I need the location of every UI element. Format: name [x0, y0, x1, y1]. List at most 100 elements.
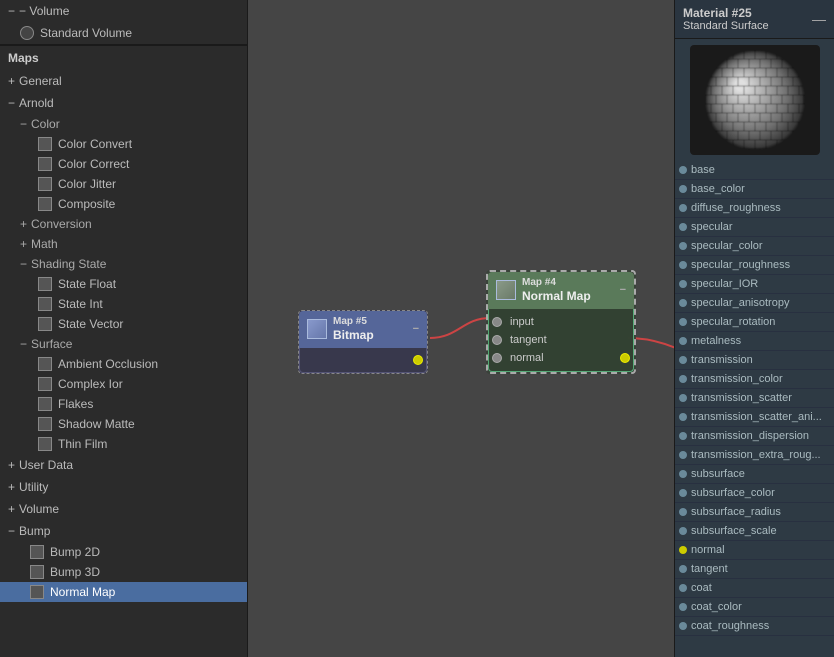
prop-row-subsurface-color[interactable]: subsurface_color: [675, 484, 834, 503]
volume-label: − Volume: [19, 4, 69, 18]
ambient-occlusion-icon: [38, 357, 52, 371]
prop-row-tangent[interactable]: tangent: [675, 560, 834, 579]
prop-label-subsurface-radius: subsurface_radius: [691, 506, 781, 518]
sidebar-item-ambient-occlusion[interactable]: Ambient Occlusion: [8, 354, 247, 374]
prop-row-subsurface-radius[interactable]: subsurface_radius: [675, 503, 834, 522]
prop-row-transmission-extra-roug---[interactable]: transmission_extra_roug...: [675, 446, 834, 465]
connection-bitmap-to-normalmap-input: [430, 318, 490, 338]
node-bitmap[interactable]: Map #5 Bitmap −: [298, 310, 428, 374]
sidebar-item-math[interactable]: Math: [8, 234, 247, 254]
bitmap-node-close[interactable]: −: [413, 323, 419, 335]
prop-row-specular-color[interactable]: specular_color: [675, 237, 834, 256]
prop-row-specular-rotation[interactable]: specular_rotation: [675, 313, 834, 332]
prop-dot-transmission-scatter-ani---: [679, 413, 687, 421]
sidebar-item-color-jitter[interactable]: Color Jitter: [8, 174, 247, 194]
ambient-occlusion-label: Ambient Occlusion: [58, 357, 158, 371]
sidebar-item-normal-map[interactable]: Normal Map: [0, 582, 247, 602]
bitmap-output-dot: [413, 355, 423, 365]
sidebar-item-composite[interactable]: Composite: [8, 194, 247, 214]
sidebar-item-color[interactable]: Color: [8, 114, 247, 134]
complex-ior-label: Complex Ior: [58, 377, 123, 391]
prop-row-diffuse-roughness[interactable]: diffuse_roughness: [675, 199, 834, 218]
color-jitter-label: Color Jitter: [58, 177, 116, 191]
prop-row-specular[interactable]: specular: [675, 218, 834, 237]
sidebar-item-state-vector[interactable]: State Vector: [8, 314, 247, 334]
sidebar-item-volume2[interactable]: Volume: [0, 498, 247, 520]
sidebar-item-shading-state[interactable]: Shading State: [8, 254, 247, 274]
prop-row-base-color[interactable]: base_color: [675, 180, 834, 199]
sidebar-item-surface[interactable]: Surface: [8, 334, 247, 354]
prop-dot-specular-roughness: [679, 261, 687, 269]
bump-items: Bump 2D Bump 3D Normal Map: [0, 542, 247, 602]
prop-dot-normal: [679, 546, 687, 554]
prop-label-specular-roughness: specular_roughness: [691, 259, 790, 271]
prop-label-specular: specular: [691, 221, 733, 233]
prop-dot-coat: [679, 584, 687, 592]
sidebar-item-flakes[interactable]: Flakes: [8, 394, 247, 414]
normalmap-normal-dot: [492, 353, 502, 363]
prop-row-normal[interactable]: normal: [675, 541, 834, 560]
prop-row-specular-IOR[interactable]: specular_IOR: [675, 275, 834, 294]
bitmap-node-type: Bitmap: [333, 328, 407, 344]
sidebar-item-bump[interactable]: Bump: [0, 520, 247, 542]
sidebar-item-user-data[interactable]: User Data: [0, 454, 247, 476]
prop-row-transmission-color[interactable]: transmission_color: [675, 370, 834, 389]
prop-row-specular-roughness[interactable]: specular_roughness: [675, 256, 834, 275]
prop-row-transmission-scatter[interactable]: transmission_scatter: [675, 389, 834, 408]
sidebar-item-arnold[interactable]: Arnold: [0, 92, 247, 114]
state-float-icon: [38, 277, 52, 291]
prop-row-coat[interactable]: coat: [675, 579, 834, 598]
prop-row-subsurface[interactable]: subsurface: [675, 465, 834, 484]
prop-row-transmission-scatter-ani---[interactable]: transmission_scatter_ani...: [675, 408, 834, 427]
normalmap-node-close[interactable]: −: [620, 284, 626, 296]
prop-row-coat-color[interactable]: coat_color: [675, 598, 834, 617]
sidebar-item-bump-3d[interactable]: Bump 3D: [0, 562, 247, 582]
sidebar-item-shadow-matte[interactable]: Shadow Matte: [8, 414, 247, 434]
material-close-button[interactable]: —: [812, 11, 826, 27]
right-panel: Material #25 Standard Surface — basebase…: [674, 0, 834, 657]
normalmap-normal-label: normal: [510, 352, 544, 364]
shading-state-label: Shading State: [31, 257, 106, 271]
bitmap-node-title: Map #5 Bitmap: [333, 315, 407, 344]
canvas-area[interactable]: Map #5 Bitmap − Map #4 Normal Map − inpu: [248, 0, 674, 657]
material-title: Material #25: [683, 6, 769, 20]
normalmap-node-body: input tangent normal: [488, 309, 634, 372]
volume-item[interactable]: Standard Volume: [0, 22, 247, 44]
prop-row-base[interactable]: base: [675, 161, 834, 180]
prop-dot-specular-rotation: [679, 318, 687, 326]
prop-label-transmission-scatter: transmission_scatter: [691, 392, 792, 404]
sidebar-item-color-correct[interactable]: Color Correct: [8, 154, 247, 174]
sidebar-item-color-convert[interactable]: Color Convert: [8, 134, 247, 154]
volume-item-label: Standard Volume: [40, 26, 132, 40]
prop-row-transmission[interactable]: transmission: [675, 351, 834, 370]
color-convert-label: Color Convert: [58, 137, 132, 151]
volume-dot-icon: [20, 26, 34, 40]
prop-row-transmission-dispersion[interactable]: transmission_dispersion: [675, 427, 834, 446]
sidebar-item-state-int[interactable]: State Int: [8, 294, 247, 314]
sidebar-item-bump-2d[interactable]: Bump 2D: [0, 542, 247, 562]
volume-header[interactable]: − − Volume: [0, 0, 247, 22]
sidebar-item-utility[interactable]: Utility: [0, 476, 247, 498]
sidebar-item-state-float[interactable]: State Float: [8, 274, 247, 294]
sidebar-item-complex-ior[interactable]: Complex Ior: [8, 374, 247, 394]
sidebar-item-general[interactable]: General: [0, 70, 247, 92]
sidebar: − − Volume Standard Volume Maps General …: [0, 0, 248, 657]
prop-row-coat-roughness[interactable]: coat_roughness: [675, 617, 834, 636]
maps-header: Maps: [0, 45, 247, 70]
prop-row-subsurface-scale[interactable]: subsurface_scale: [675, 522, 834, 541]
prop-label-specular-anisotropy: specular_anisotropy: [691, 297, 789, 309]
complex-ior-icon: [38, 377, 52, 391]
prop-dot-specular: [679, 223, 687, 231]
sidebar-item-thin-film[interactable]: Thin Film: [8, 434, 247, 454]
sidebar-item-conversion[interactable]: Conversion: [8, 214, 247, 234]
shadow-matte-label: Shadow Matte: [58, 417, 135, 431]
material-header: Material #25 Standard Surface —: [675, 0, 834, 39]
node-normalmap-header: Map #4 Normal Map −: [488, 272, 634, 309]
prop-row-specular-anisotropy[interactable]: specular_anisotropy: [675, 294, 834, 313]
prop-row-metalness[interactable]: metalness: [675, 332, 834, 351]
prop-dot-transmission-scatter: [679, 394, 687, 402]
node-normalmap[interactable]: Map #4 Normal Map − input tangent normal: [486, 270, 636, 374]
normalmap-tangent-port: tangent: [489, 331, 633, 349]
normalmap-normal-port: normal: [489, 349, 633, 367]
color-jitter-icon: [38, 177, 52, 191]
